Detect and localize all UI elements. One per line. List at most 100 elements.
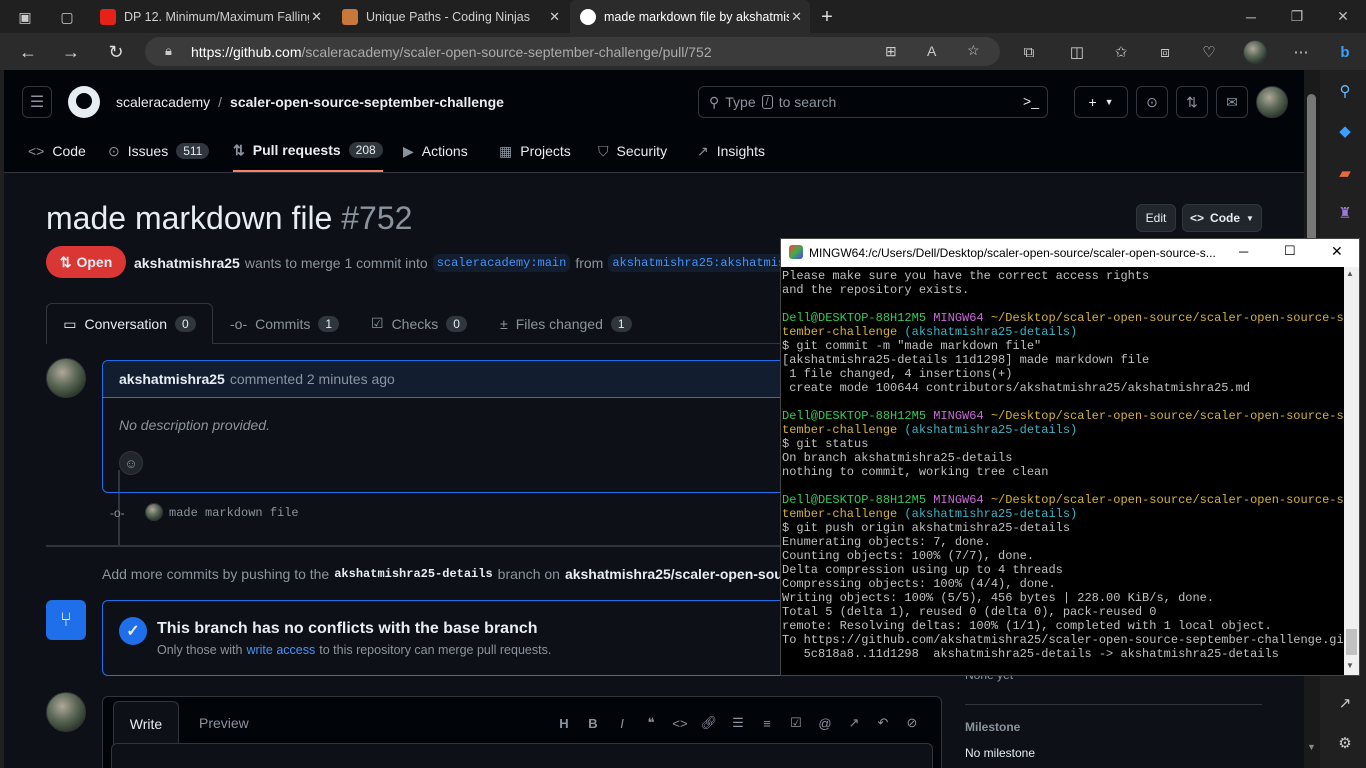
issues-icon[interactable]: ⊙ [1136, 86, 1168, 118]
close-tab-icon[interactable]: ✕ [311, 9, 322, 25]
refresh-icon[interactable]: ↻ [101, 37, 131, 67]
tab-insights[interactable]: ↗ Insights [697, 130, 765, 172]
pull-requests-icon[interactable]: ⇅ [1176, 86, 1208, 118]
browser-tab-active[interactable]: made markdown file by akshatmishra25 ✕ [570, 0, 810, 33]
close-tab-icon[interactable]: ✕ [549, 9, 560, 25]
bing-copilot-icon[interactable]: b [1332, 39, 1358, 65]
tab-label: Commits [255, 315, 311, 332]
browser-tab[interactable]: Unique Paths - Coding Ninjas ✕ [332, 0, 568, 33]
workspaces-icon[interactable]: ▣ [14, 6, 36, 28]
favorite-star-icon[interactable]: ☆ [967, 42, 980, 59]
tab-files-changed[interactable]: ± Files changed 1 [500, 303, 632, 344]
code-icon[interactable]: <> [668, 711, 692, 735]
write-access-link[interactable]: write access [246, 643, 315, 657]
base-branch-label[interactable]: scaleracademy:main [432, 254, 571, 272]
more-menu-icon[interactable]: ⋯ [1288, 39, 1314, 65]
heading-icon[interactable]: H [552, 711, 576, 735]
italic-icon[interactable]: I [610, 711, 634, 735]
tab-issues[interactable]: ⊙ Issues 511 [108, 130, 210, 172]
cross-reference-icon[interactable]: ↗ [842, 711, 866, 735]
quote-icon[interactable]: ❝ [639, 711, 663, 735]
push-hint-repo-link[interactable]: akshatmishra25/scaler-open-source [565, 566, 804, 582]
edit-button[interactable]: Edit [1136, 204, 1176, 232]
terminal-text-segment: (akshatmishra25-details) [904, 325, 1078, 339]
repo-owner-link[interactable]: scaleracademy [116, 94, 210, 110]
check-circle-icon: ✓ [119, 617, 147, 645]
merge-sub-prefix: Only those with [157, 643, 243, 657]
milestone-heading[interactable]: Milestone [965, 720, 1020, 734]
task-list-icon[interactable]: ☑ [784, 711, 808, 735]
user-avatar[interactable] [1256, 86, 1288, 118]
split-screen-icon[interactable]: ◫ [1064, 39, 1090, 65]
scroll-up-icon[interactable]: ▲ [1346, 269, 1354, 278]
sidebar-settings-gear-icon[interactable]: ⚙ [1332, 730, 1358, 756]
commit-message-link[interactable]: made markdown file [169, 506, 299, 520]
tab-commits[interactable]: -o- Commits 1 [230, 303, 340, 344]
from-text: from [575, 255, 604, 271]
forward-icon[interactable]: → [56, 37, 86, 67]
inbox-icon[interactable]: ✉ [1216, 86, 1248, 118]
url-field[interactable]: 🔒︎ https://github.com/scaleracademy/scal… [145, 37, 1000, 66]
profile-avatar[interactable] [1243, 40, 1267, 64]
terminal-scrollbar[interactable]: ▲ ▼ [1344, 267, 1359, 675]
browser-tab[interactable]: DP 12. Minimum/Maximum Falling Path Sum … [90, 0, 330, 33]
write-tab[interactable]: Write [113, 701, 179, 745]
terminal-titlebar[interactable]: MINGW64:/c/Users/Dell/Desktop/scaler-ope… [781, 239, 1359, 267]
reply-icon[interactable]: ↶ [871, 711, 895, 735]
close-window-icon[interactable]: ✕ [1320, 0, 1366, 33]
comment-textarea[interactable] [111, 743, 933, 768]
read-aloud-icon[interactable]: A [927, 43, 936, 59]
github-logo-icon[interactable] [68, 86, 100, 118]
create-new-button[interactable]: + ▼ [1074, 86, 1128, 118]
back-icon[interactable]: ← [13, 37, 43, 67]
tab-pull-requests[interactable]: ⇅ Pull requests 208 [233, 130, 383, 172]
comment-author-link[interactable]: akshatmishra25 [119, 371, 225, 387]
link-icon[interactable]: 🔗︎ [697, 711, 721, 735]
games-icon[interactable]: ♜ [1332, 200, 1358, 226]
command-palette-icon[interactable]: >_ [1023, 93, 1039, 109]
favorites-icon[interactable]: ✩ [1108, 39, 1134, 65]
add-reaction-icon[interactable]: ☺ [119, 451, 143, 475]
tab-actions[interactable]: ▶ Actions [403, 130, 468, 172]
scroll-down-icon[interactable]: ▼ [1307, 742, 1316, 752]
close-tab-icon[interactable]: ✕ [791, 9, 802, 25]
slash-commands-icon[interactable]: ⊘ [900, 711, 924, 735]
new-tab-button[interactable]: + [815, 5, 839, 29]
bold-icon[interactable]: B [581, 711, 605, 735]
tab-code[interactable]: <> Code [28, 130, 86, 172]
terminal-line: Compressing objects: 100% (4/4), done. [782, 577, 1344, 591]
comment-author-avatar[interactable] [46, 358, 86, 398]
terminal-minimize-icon[interactable]: ─ [1239, 244, 1248, 259]
shopping-tag-icon[interactable]: ◆ [1332, 118, 1358, 144]
repo-name-link[interactable]: scaler-open-source-september-challenge [230, 94, 504, 110]
preview-tab[interactable]: Preview [199, 715, 249, 731]
terminal-close-icon[interactable]: ✕ [1331, 243, 1343, 260]
tab-security[interactable]: ⛉ Security [598, 130, 667, 172]
minimize-icon[interactable]: ─ [1228, 0, 1274, 33]
search-input[interactable]: ⚲ Type / to search >_ [698, 86, 1048, 118]
mention-icon[interactable]: @ [813, 711, 837, 735]
tab-conversation[interactable]: ▭ Conversation 0 [46, 303, 213, 344]
ordered-list-icon[interactable]: ≡ [755, 711, 779, 735]
app-available-icon[interactable]: ⊞ [885, 43, 897, 60]
tab-checks[interactable]: ☑ Checks 0 [371, 303, 467, 344]
terminal-scrollbar-thumb[interactable] [1346, 629, 1357, 655]
performance-icon[interactable]: ♡ [1196, 39, 1222, 65]
scroll-down-icon[interactable]: ▼ [1346, 661, 1354, 670]
search-icon[interactable]: ⚲ [1332, 78, 1358, 104]
tools-briefcase-icon[interactable]: ▰ [1332, 160, 1358, 186]
mingw64-terminal-window[interactable]: MINGW64:/c/Users/Dell/Desktop/scaler-ope… [780, 238, 1360, 676]
terminal-output[interactable]: Please make sure you have the correct ac… [781, 267, 1344, 675]
tab-actions-icon[interactable]: ▢ [56, 6, 78, 28]
terminal-maximize-icon[interactable]: ☐ [1284, 243, 1296, 259]
pr-author-link[interactable]: akshatmishra25 [134, 255, 240, 271]
open-external-icon[interactable]: ↗ [1332, 690, 1358, 716]
hamburger-menu-icon[interactable]: ☰ [22, 86, 52, 118]
collections-icon[interactable]: ⧈ [1152, 39, 1178, 65]
extensions-icon[interactable]: ⧉ [1016, 39, 1042, 65]
unordered-list-icon[interactable]: ☰ [726, 711, 750, 735]
restore-icon[interactable]: ❐ [1274, 0, 1320, 33]
code-dropdown-button[interactable]: <> Code ▼ [1182, 204, 1262, 232]
tab-projects[interactable]: ▦ Projects [499, 130, 571, 172]
